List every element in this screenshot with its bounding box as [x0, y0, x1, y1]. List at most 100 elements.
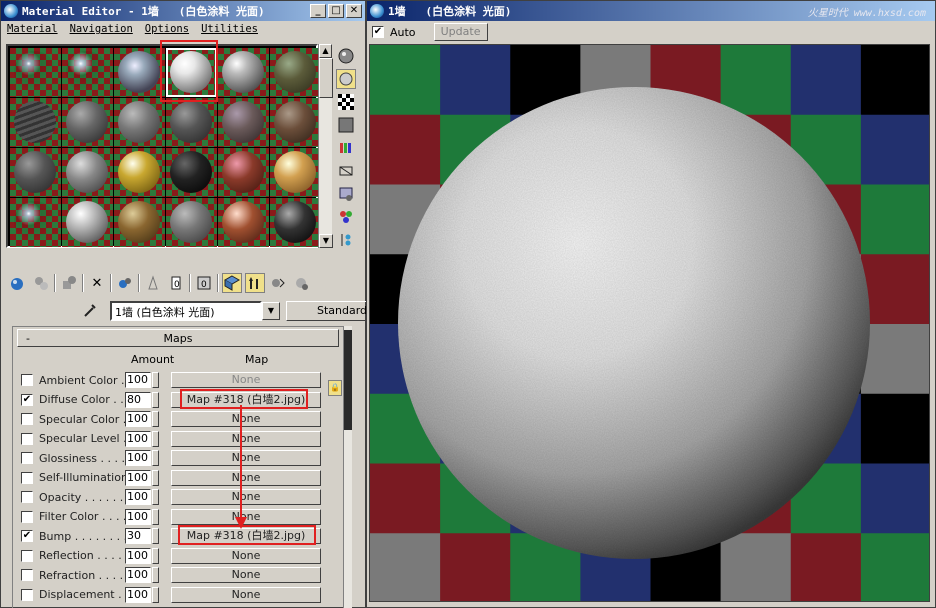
sample-slot[interactable] — [62, 148, 113, 197]
pick-material-from-object-icon[interactable] — [291, 273, 311, 293]
sample-slot[interactable] — [114, 48, 165, 97]
menu-utilities[interactable]: Utilities — [201, 23, 258, 37]
amount-spinner[interactable]: 100 — [125, 508, 151, 525]
sample-slot[interactable] — [270, 48, 321, 97]
make-preview-icon[interactable] — [336, 161, 356, 181]
map-enable-checkbox[interactable] — [21, 374, 33, 386]
spinner-arrows-icon[interactable] — [152, 469, 159, 486]
map-enable-checkbox[interactable]: ✔ — [21, 393, 33, 406]
map-enable-checkbox[interactable] — [21, 491, 33, 503]
editor-titlebar[interactable]: Material Editor - 1墙 (白色涂料 光面) _ □ ✕ — [1, 1, 365, 21]
sample-slot[interactable] — [10, 148, 61, 197]
sample-slot[interactable] — [114, 198, 165, 247]
map-enable-checkbox[interactable] — [21, 569, 33, 581]
minimize-button[interactable]: _ — [310, 4, 326, 18]
amount-spinner[interactable]: 100 — [125, 547, 151, 564]
material-effects-channel-icon[interactable]: 0 — [166, 273, 186, 293]
menu-navigation[interactable]: Navigation — [70, 23, 133, 37]
spinner-arrows-icon[interactable] — [152, 508, 159, 525]
menu-material[interactable]: Material — [7, 23, 58, 37]
map-enable-checkbox[interactable] — [21, 452, 33, 464]
map-enable-checkbox[interactable]: ✔ — [21, 530, 33, 542]
show-map-in-viewport-icon[interactable]: 0 — [194, 273, 214, 293]
spinner-arrows-icon[interactable] — [152, 391, 159, 408]
sample-slot[interactable] — [114, 98, 165, 147]
sample-slot[interactable] — [270, 198, 321, 247]
spinner-arrows-icon[interactable] — [152, 489, 159, 505]
amount-spinner[interactable]: 100 — [125, 372, 151, 388]
panel-scroll-thumb[interactable] — [344, 330, 352, 430]
backlight-icon[interactable] — [336, 69, 356, 89]
spinner-arrows-icon[interactable] — [152, 528, 159, 544]
go-to-parent-icon[interactable] — [245, 273, 265, 293]
preview-titlebar[interactable]: 1墙 (白色涂料 光面) 火星时代 www.hxsd.com — [367, 1, 935, 21]
material-map-navigator-icon[interactable] — [336, 230, 356, 250]
panel-scrollbar[interactable] — [344, 326, 352, 608]
amount-spinner[interactable]: 100 — [125, 411, 151, 427]
video-color-check-icon[interactable] — [336, 138, 356, 158]
background-checker-icon[interactable] — [336, 92, 356, 112]
material-name-field[interactable]: 1墙 (白色涂料 光面) — [110, 301, 262, 321]
make-unique-icon[interactable] — [115, 273, 135, 293]
sample-slot[interactable] — [62, 98, 113, 147]
slots-scrollbar[interactable]: ▲ ▼ — [318, 44, 333, 248]
sample-slot[interactable] — [270, 98, 321, 147]
amount-spinner[interactable]: 100 — [125, 450, 151, 466]
reset-map-icon[interactable]: ✕ — [87, 273, 107, 293]
go-forward-to-sibling-icon[interactable] — [268, 273, 288, 293]
map-slot-button[interactable]: None — [171, 586, 321, 603]
show-end-result-icon[interactable] — [222, 273, 242, 293]
amount-spinner[interactable]: 30 — [125, 528, 151, 544]
amount-spinner[interactable]: 100 — [125, 586, 151, 603]
map-slot-button[interactable]: None — [171, 547, 321, 564]
sample-slot[interactable] — [218, 198, 269, 247]
menu-options[interactable]: Options — [145, 23, 189, 37]
amount-spinner[interactable]: 100 — [125, 430, 151, 447]
lock-icon[interactable]: 🔒 — [328, 380, 342, 396]
sample-slot[interactable] — [62, 198, 113, 247]
eyedropper-icon[interactable] — [82, 302, 100, 320]
scroll-up-arrow-icon[interactable]: ▲ — [319, 44, 332, 58]
scroll-down-arrow-icon[interactable]: ▼ — [319, 234, 333, 248]
map-enable-checkbox[interactable] — [21, 413, 33, 425]
sample-slot[interactable] — [166, 98, 217, 147]
map-enable-checkbox[interactable] — [21, 549, 33, 562]
sample-uv-tiling-icon[interactable] — [336, 115, 356, 135]
maps-rollout-header[interactable]: - Maps — [17, 329, 339, 347]
amount-spinner[interactable]: 80 — [125, 391, 151, 408]
map-enable-checkbox[interactable] — [21, 432, 33, 445]
spinner-arrows-icon[interactable] — [152, 430, 159, 447]
sample-slot[interactable] — [114, 148, 165, 197]
put-to-library-icon[interactable] — [143, 273, 163, 293]
map-enable-checkbox[interactable] — [21, 471, 33, 484]
spinner-arrows-icon[interactable] — [152, 372, 159, 388]
map-enable-checkbox[interactable] — [21, 510, 33, 523]
update-button[interactable]: Update — [433, 23, 488, 41]
map-slot-button[interactable]: None — [171, 567, 321, 583]
amount-spinner[interactable]: 100 — [125, 489, 151, 505]
amount-spinner[interactable]: 100 — [125, 567, 151, 583]
amount-spinner[interactable]: 100 — [125, 469, 151, 486]
sample-slot[interactable] — [10, 98, 61, 147]
auto-checkbox[interactable]: ✔ — [372, 26, 384, 38]
spinner-arrows-icon[interactable] — [152, 586, 159, 603]
sample-slot[interactable] — [218, 98, 269, 147]
spinner-arrows-icon[interactable] — [152, 547, 159, 564]
sample-slot[interactable] — [218, 48, 269, 97]
sample-slot[interactable] — [166, 148, 217, 197]
sample-slot[interactable] — [10, 48, 61, 97]
map-enable-checkbox[interactable] — [21, 588, 33, 601]
sample-slot[interactable] — [270, 148, 321, 197]
chevron-down-icon[interactable]: ▼ — [262, 302, 280, 320]
select-by-material-icon[interactable] — [336, 207, 356, 227]
options-icon[interactable] — [336, 184, 356, 204]
spinner-arrows-icon[interactable] — [152, 450, 159, 466]
get-material-icon[interactable] — [8, 273, 28, 293]
sample-slot[interactable] — [218, 148, 269, 197]
assign-to-selection-icon[interactable] — [59, 273, 79, 293]
scroll-thumb[interactable] — [319, 58, 333, 98]
sample-slot[interactable] — [166, 198, 217, 247]
maximize-button[interactable]: □ — [328, 4, 344, 18]
sample-type-sphere-icon[interactable] — [336, 46, 356, 66]
sample-slot[interactable] — [10, 198, 61, 247]
